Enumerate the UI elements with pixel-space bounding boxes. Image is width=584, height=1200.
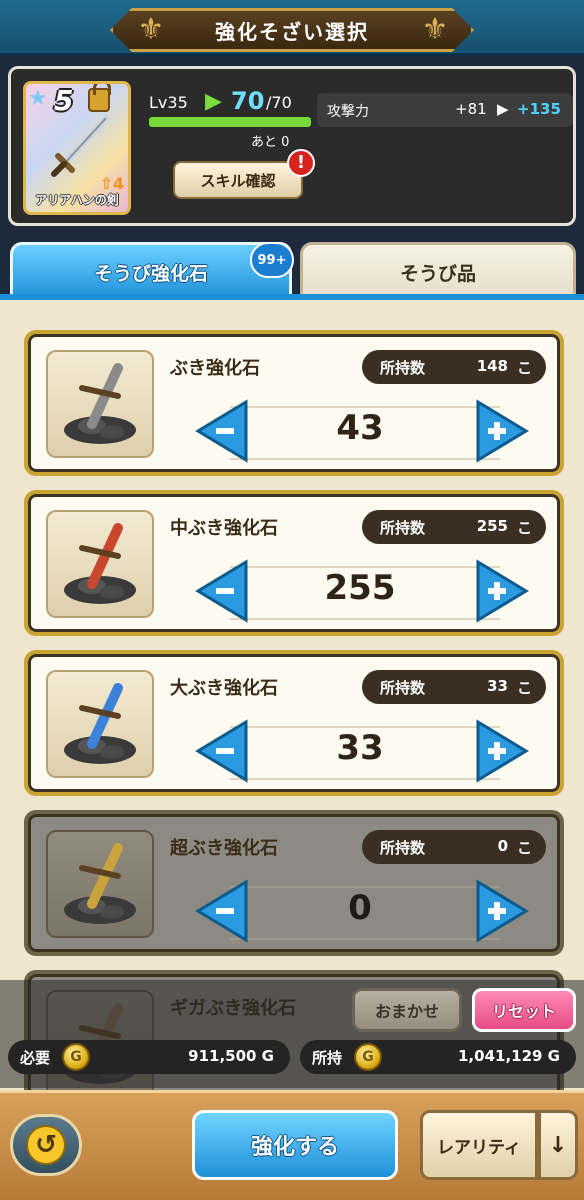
stat-arrow-icon: ▶ (497, 100, 509, 118)
owned-value: 33 (487, 677, 508, 695)
sword-icon (51, 114, 110, 177)
stat-new-value: +135 (517, 100, 561, 118)
level-arrow-icon: ▶ (205, 89, 222, 114)
owned-value: 0 (497, 837, 508, 855)
minus-icon[interactable] (190, 558, 254, 624)
owned-label: 所持数 (380, 359, 426, 377)
minus-icon[interactable] (190, 398, 254, 464)
item-card: ★ 5 ⇧4 アリアハンの剣 Lv35 ▶ 70 /70 あと 0 スキル確認 … (8, 66, 576, 226)
stone-name: 中ぶき強化石 (170, 518, 278, 539)
back-arrow-icon: ↺ (26, 1125, 66, 1165)
skill-check-button[interactable]: スキル確認 (173, 161, 303, 199)
quantity-stepper: 255 (190, 558, 534, 630)
lock-icon (88, 84, 111, 112)
weapon-thumbnail[interactable]: ★ 5 ⇧4 アリアハンの剣 (23, 81, 131, 215)
stat-base-value: +81 (455, 100, 487, 118)
fleur-right-icon: ⚜ (421, 12, 449, 47)
owned-gold-value: 1,041,129 G (458, 1047, 560, 1065)
exp-bar-fill (149, 117, 311, 127)
plus-icon[interactable] (470, 398, 534, 464)
stone-row[interactable]: 大ぶき強化石 所持数 33 こ 33 (24, 650, 564, 796)
minus-icon[interactable] (190, 718, 254, 784)
owned-unit: こ (516, 359, 532, 377)
enhance-stone-icon (46, 670, 154, 778)
enhance-button[interactable]: 強化する (192, 1110, 398, 1180)
quantity-value: 43 (336, 408, 384, 448)
stone-name: 超ぶき強化石 (170, 838, 278, 859)
owned-count-pill: 所持数 33 こ (362, 670, 546, 704)
owned-gold-label: 所持 (312, 1049, 343, 1067)
owned-gold: 所持 G 1,041,129 G (300, 1040, 576, 1074)
owned-label: 所持数 (380, 679, 426, 697)
owned-unit: こ (516, 519, 532, 537)
stone-count-badge: 99+ (250, 242, 294, 278)
exp-bar (149, 117, 311, 127)
level-label: Lv35 (149, 93, 188, 112)
tab-equipment[interactable]: そうび品 (300, 242, 576, 300)
owned-label: 所持数 (380, 519, 426, 537)
back-button[interactable]: ↺ (10, 1114, 82, 1176)
rarity-sort-button[interactable]: レアリティ (420, 1110, 538, 1180)
stone-row[interactable]: 中ぶき強化石 所持数 255 こ 255 (24, 490, 564, 636)
stepper-line (230, 938, 500, 940)
level-max: /70 (266, 93, 292, 112)
weapon-name: アリアハンの剣 (35, 193, 119, 207)
reset-button[interactable]: リセット (472, 988, 576, 1032)
stone-name: ぶき強化石 (170, 358, 260, 379)
fleur-left-icon: ⚜ (137, 12, 165, 47)
attack-stat-row: 攻撃力 +81 ▶ +135 (317, 93, 573, 127)
owned-count-pill: 所持数 148 こ (362, 350, 546, 384)
plus-icon[interactable] (470, 878, 534, 944)
stone-list[interactable]: ぶき強化石 所持数 148 こ 43 中ぶき強化石 所持数 255 こ 255 大ぶき強化石 所持数 3… (0, 300, 584, 1090)
stone-sword-icon (64, 683, 136, 764)
required-gold: 必要 G 911,500 G (8, 1040, 290, 1074)
sort-order-button[interactable]: ↓ (538, 1110, 578, 1180)
remaining-exp: あと 0 (251, 135, 290, 150)
quantity-stepper: 33 (190, 718, 534, 790)
owned-count-pill: 所持数 0 こ (362, 830, 546, 864)
quantity-stepper: 43 (190, 398, 534, 470)
stone-sword-icon (64, 363, 136, 444)
gold-coin-icon: G (62, 1043, 90, 1071)
minus-icon[interactable] (190, 878, 254, 944)
gold-coin-icon: G (354, 1043, 382, 1071)
stepper-line (230, 458, 500, 460)
plus-icon[interactable] (470, 558, 534, 624)
stepper-line (230, 778, 500, 780)
required-value: 911,500 G (188, 1047, 274, 1065)
star-icon: ★ (28, 86, 48, 111)
quantity-stepper: 0 (190, 878, 534, 950)
stepper-line (230, 618, 500, 620)
required-label: 必要 (20, 1049, 51, 1067)
owned-unit: こ (516, 839, 532, 857)
owned-value: 148 (476, 357, 508, 375)
stone-name: 大ぶき強化石 (170, 678, 278, 699)
enhance-stone-icon (46, 830, 154, 938)
auto-select-button[interactable]: おまかせ (352, 988, 462, 1032)
quantity-value: 0 (348, 888, 372, 928)
plus-icon[interactable] (470, 718, 534, 784)
owned-value: 255 (476, 517, 508, 535)
quantity-value: 255 (324, 568, 396, 608)
stone-sword-icon (64, 843, 136, 924)
page-title: 強化そざい選択 (215, 19, 369, 44)
owned-label: 所持数 (380, 839, 426, 857)
tab-equip-stones[interactable]: そうび強化石 (10, 242, 292, 300)
enhance-stone-icon (46, 510, 154, 618)
owned-unit: こ (516, 679, 532, 697)
stat-label: 攻撃力 (327, 104, 369, 120)
owned-count-pill: 所持数 255 こ (362, 510, 546, 544)
stone-row: 超ぶき強化石 所持数 0 こ 0 (24, 810, 564, 956)
stone-row[interactable]: ぶき強化石 所持数 148 こ 43 (24, 330, 564, 476)
enhance-stone-icon (46, 350, 154, 458)
stone-sword-icon (64, 523, 136, 604)
quantity-value: 33 (336, 728, 384, 768)
alert-icon: ! (287, 149, 315, 177)
level-current: 70 (231, 87, 265, 115)
